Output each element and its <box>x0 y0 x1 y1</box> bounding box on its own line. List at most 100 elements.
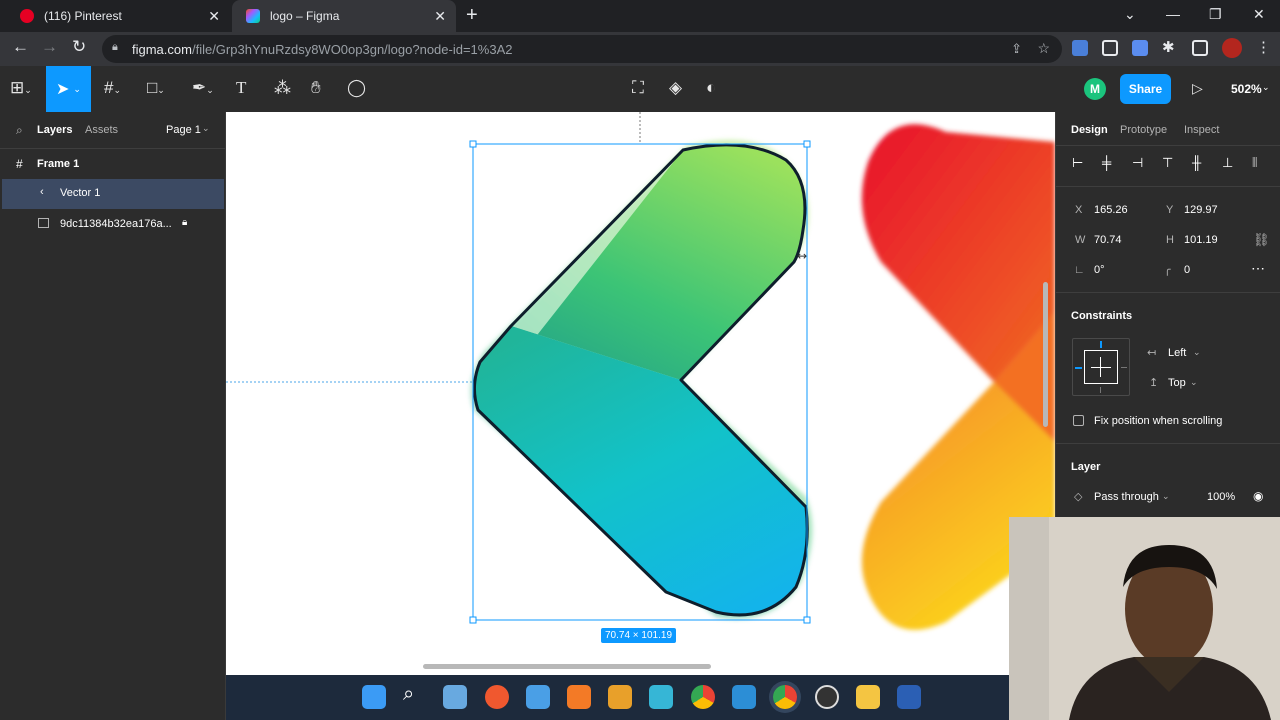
back-icon[interactable]: ← <box>12 37 29 57</box>
resize-handle[interactable] <box>803 140 811 148</box>
layer-row-vector[interactable]: ‹ Vector 1 <box>2 179 224 209</box>
browser-menu-icon[interactable]: ⋮ <box>1256 38 1271 56</box>
start-windows-icon[interactable] <box>362 685 386 709</box>
extension-icon[interactable] <box>1102 40 1118 56</box>
vector-1-shape[interactable] <box>473 143 826 617</box>
resize-handle[interactable] <box>469 140 477 148</box>
align-top-icon[interactable]: ⊤ <box>1162 155 1173 171</box>
crop-icon[interactable]: ⛶ <box>632 78 644 98</box>
constrain-proportions-icon[interactable]: ⛓︎ <box>1253 232 1270 248</box>
tab-inspect[interactable]: Inspect <box>1184 124 1219 136</box>
constraint-top-marker[interactable] <box>1100 341 1102 348</box>
new-tab-button[interactable]: + <box>466 4 478 27</box>
reload-icon[interactable]: ↻ <box>72 37 86 57</box>
search-icon[interactable]: ⌕ <box>403 683 414 706</box>
y-field[interactable]: 129.97 <box>1184 204 1218 216</box>
constraint-left-marker[interactable] <box>1075 367 1082 369</box>
tab-search-icon[interactable]: ⌄ <box>1124 6 1136 23</box>
translate-extension-icon[interactable] <box>1072 40 1088 56</box>
shape-tool-icon[interactable]: □⌄ <box>147 78 165 98</box>
tab-prototype[interactable]: Prototype <box>1120 124 1167 136</box>
side-panel-icon[interactable] <box>1192 40 1208 56</box>
close-window-button[interactable]: ✕ <box>1253 6 1265 23</box>
align-middle-icon[interactable]: ╫ <box>1192 155 1201 170</box>
minimize-button[interactable]: — <box>1166 6 1180 22</box>
vscode-app-icon[interactable] <box>732 685 756 709</box>
present-play-icon[interactable]: ▷ <box>1192 80 1203 97</box>
photos-app-icon[interactable] <box>443 685 467 709</box>
contrast-icon[interactable]: ◐ <box>706 78 716 98</box>
resize-handle[interactable] <box>469 616 477 624</box>
constraint-line <box>1091 367 1111 368</box>
move-tool-button[interactable]: ➤︎ ⌄ <box>46 66 91 112</box>
lock-icon[interactable]: 🔒︎ <box>182 217 187 228</box>
share-page-icon[interactable]: ⇪ <box>1011 41 1022 57</box>
tab-design[interactable]: Design <box>1071 124 1108 136</box>
layer-row-image[interactable]: 9dc11384b32ea176a... 🔒︎ <box>0 212 225 236</box>
tab-figma[interactable]: logo – Figma ✕ <box>232 0 456 32</box>
zoom-level[interactable]: 502% <box>1231 82 1262 96</box>
frame-tool-icon[interactable]: #⌄ <box>104 78 121 98</box>
tab-assets[interactable]: Assets <box>85 124 118 136</box>
share-button[interactable]: Share <box>1120 74 1171 104</box>
page-selector[interactable]: Page 1 <box>166 124 201 136</box>
close-tab-icon[interactable]: ✕ <box>434 8 446 25</box>
hand-tool-icon[interactable]: ✋︎ <box>311 78 321 98</box>
tab-layers[interactable]: Layers <box>37 124 72 136</box>
constraint-right-marker[interactable] <box>1121 367 1127 368</box>
xampp-app-icon[interactable] <box>567 685 591 709</box>
distribute-icon[interactable]: ⫴ <box>1252 155 1257 171</box>
word-app-icon[interactable] <box>897 685 921 709</box>
bookmark-star-icon[interactable]: ☆ <box>1037 40 1050 57</box>
main-menu-icon[interactable]: ⊞⌄ <box>10 78 32 98</box>
layer-name: Vector 1 <box>60 187 101 199</box>
file-explorer-icon[interactable] <box>856 685 880 709</box>
component-icon[interactable]: ◈ <box>669 78 682 98</box>
close-tab-icon[interactable]: ✕ <box>208 8 220 25</box>
blend-mode-select[interactable]: Pass through <box>1094 491 1159 503</box>
obs-app-icon[interactable] <box>815 685 839 709</box>
notepad-app-icon[interactable] <box>526 685 550 709</box>
sublime-app-icon[interactable] <box>608 685 632 709</box>
tab-pinterest[interactable]: (116) Pinterest ✕ <box>6 0 230 32</box>
layer-row-frame[interactable]: # Frame 1 <box>0 152 225 176</box>
vertical-constraint-select[interactable]: Top <box>1168 377 1186 389</box>
x-field[interactable]: 165.26 <box>1094 204 1128 216</box>
align-right-icon[interactable]: ⊣ <box>1132 155 1143 171</box>
opacity-field[interactable]: 100% <box>1207 491 1235 503</box>
text-tool-icon[interactable]: T <box>236 78 246 98</box>
resources-icon[interactable]: ⁂ <box>274 78 291 98</box>
address-bar[interactable]: 🔒︎ figma.com/file/Grp3hYnuRzdsy8WO0op3gn… <box>102 35 1062 63</box>
comment-tool-icon[interactable]: ◯ <box>347 78 366 98</box>
align-left-icon[interactable]: ⊢ <box>1072 155 1083 171</box>
align-center-icon[interactable]: ╪ <box>1102 155 1111 170</box>
figma-sketch-app-icon[interactable] <box>485 685 509 709</box>
rotation-field[interactable]: 0° <box>1094 264 1105 276</box>
h-field[interactable]: 101.19 <box>1184 234 1218 246</box>
chrome-app-icon[interactable] <box>691 685 715 709</box>
horizontal-scrollbar[interactable] <box>423 664 711 669</box>
monitor-app-icon[interactable] <box>649 685 673 709</box>
horizontal-constraint-select[interactable]: Left <box>1168 347 1186 359</box>
forward-icon[interactable]: → <box>41 37 58 57</box>
more-options-icon[interactable]: ⋯ <box>1251 260 1265 277</box>
eye-visibility-icon[interactable]: ◉ <box>1253 489 1263 503</box>
constraints-widget[interactable] <box>1072 338 1130 396</box>
align-bottom-icon[interactable]: ⊥ <box>1222 155 1233 171</box>
fix-position-checkbox[interactable] <box>1073 415 1084 426</box>
divider <box>1056 443 1280 444</box>
pen-tool-icon[interactable]: ✒︎⌄ <box>192 78 214 98</box>
resize-handle[interactable] <box>803 616 811 624</box>
chrome-active-app-icon[interactable] <box>773 685 797 709</box>
corner-radius-field[interactable]: 0 <box>1184 264 1190 276</box>
puzzle-extensions-icon[interactable]: ✱ <box>1162 38 1175 56</box>
docs-extension-icon[interactable] <box>1132 40 1148 56</box>
design-canvas[interactable]: ↔ 70.74 × 101.19 <box>226 112 1055 675</box>
profile-avatar-icon[interactable] <box>1222 38 1242 58</box>
search-icon[interactable]: ⌕ <box>16 123 23 138</box>
w-field[interactable]: 70.74 <box>1094 234 1122 246</box>
avatar[interactable]: M <box>1084 78 1106 100</box>
restore-button[interactable]: ❐ <box>1209 6 1222 23</box>
vertical-scrollbar[interactable] <box>1043 282 1048 427</box>
constraint-bottom-marker[interactable] <box>1100 387 1101 393</box>
